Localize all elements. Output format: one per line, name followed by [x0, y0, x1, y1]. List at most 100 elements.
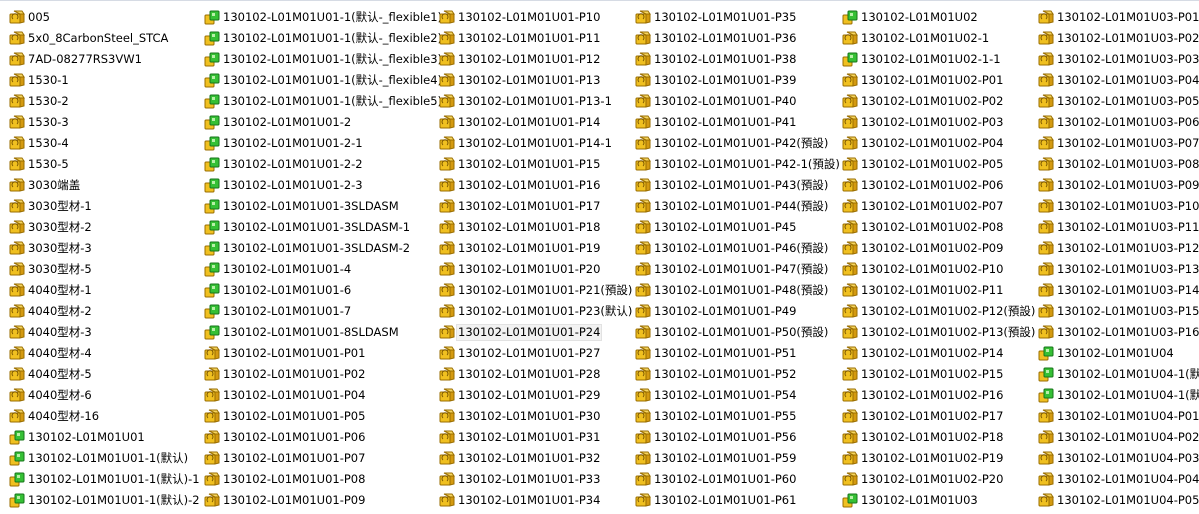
file-item[interactable]: 130102-L01M01U01-1(默认) — [9, 448, 201, 469]
file-item[interactable]: 130102-L01M01U02-P03 — [842, 112, 1036, 133]
file-item[interactable]: 4040型材-2 — [9, 301, 201, 322]
file-item[interactable]: 130102-L01M01U01-P14 — [439, 112, 633, 133]
file-item[interactable]: 130102-L01M01U03-P05 — [1038, 91, 1199, 112]
file-item[interactable]: 005 — [9, 7, 201, 28]
file-item[interactable]: 130102-L01M01U01-1(默认-_flexible3) — [204, 49, 443, 70]
file-item[interactable]: 130102-L01M01U04-P05 — [1038, 490, 1199, 511]
file-item[interactable]: 130102-L01M01U01-1(默认-_flexible2) — [204, 28, 443, 49]
file-item[interactable]: 130102-L01M01U01-P13-1 — [439, 91, 633, 112]
file-item[interactable]: 130102-L01M01U02-P10 — [842, 259, 1036, 280]
file-item[interactable]: 130102-L01M01U04-P01 — [1038, 406, 1199, 427]
file-item[interactable]: 130102-L01M01U01-P12 — [439, 49, 633, 70]
file-item[interactable]: 130102-L01M01U02-P12(預設) — [842, 301, 1036, 322]
file-item[interactable]: 130102-L01M01U03-P09 — [1038, 175, 1199, 196]
file-item[interactable]: 130102-L01M01U01-P18 — [439, 217, 633, 238]
file-item[interactable]: 130102-L01M01U01-P45 — [635, 217, 841, 238]
file-item[interactable]: 130102-L01M01U01-P51 — [635, 343, 841, 364]
file-item[interactable]: 130102-L01M01U02-P01 — [842, 70, 1036, 91]
file-item[interactable]: 130102-L01M01U01-2 — [204, 112, 443, 133]
file-item[interactable]: 130102-L01M01U04-P04 — [1038, 469, 1199, 490]
file-item[interactable]: 130102-L01M01U01-P48(預設) — [635, 280, 841, 301]
file-item[interactable]: 130102-L01M01U01-1(默认)-2 — [9, 490, 201, 511]
file-item[interactable]: 130102-L01M01U02-P04 — [842, 133, 1036, 154]
file-item[interactable]: 130102-L01M01U01-P10 — [439, 7, 633, 28]
file-item[interactable]: 4040型材-6 — [9, 385, 201, 406]
file-item[interactable]: 4040型材-3 — [9, 322, 201, 343]
file-item[interactable]: 130102-L01M01U02-P17 — [842, 406, 1036, 427]
file-item[interactable]: 130102-L01M01U01-P30 — [439, 406, 633, 427]
file-item[interactable]: 130102-L01M01U01-P49 — [635, 301, 841, 322]
file-item[interactable]: 130102-L01M01U01-P42-1(預設) — [635, 154, 841, 175]
file-item[interactable]: 130102-L01M01U01-1(默认-_flexible4) — [204, 70, 443, 91]
file-item[interactable]: 130102-L01M01U03-P15 — [1038, 301, 1199, 322]
file-item[interactable]: 130102-L01M01U04-P02 — [1038, 427, 1199, 448]
file-item[interactable]: 130102-L01M01U02-P13(預設) — [842, 322, 1036, 343]
file-item[interactable]: 4040型材-1 — [9, 280, 201, 301]
file-item[interactable]: 130102-L01M01U01-P04 — [204, 385, 443, 406]
file-item[interactable]: 130102-L01M01U01-P42(預設) — [635, 133, 841, 154]
file-item[interactable]: 130102-L01M01U01-P17 — [439, 196, 633, 217]
file-item[interactable]: 130102-L01M01U01-P07 — [204, 448, 443, 469]
file-item[interactable]: 130102-L01M01U01-P39 — [635, 70, 841, 91]
file-item[interactable]: 130102-L01M01U01-4 — [204, 259, 443, 280]
file-item[interactable]: 130102-L01M01U01-P31 — [439, 427, 633, 448]
file-item[interactable]: 130102-L01M01U01-2-3 — [204, 175, 443, 196]
file-item[interactable]: 130102-L01M01U01-P56 — [635, 427, 841, 448]
file-item[interactable]: 130102-L01M01U01-P28 — [439, 364, 633, 385]
file-item[interactable]: 130102-L01M01U01-P15 — [439, 154, 633, 175]
file-item[interactable]: 130102-L01M01U01-P29 — [439, 385, 633, 406]
file-item[interactable]: 1530-1 — [9, 70, 201, 91]
file-item[interactable]: 130102-L01M01U01-7 — [204, 301, 443, 322]
file-item[interactable]: 130102-L01M01U01-P21(預設) — [439, 280, 633, 301]
file-item[interactable]: 1530-3 — [9, 112, 201, 133]
file-item[interactable]: 130102-L01M01U01-6 — [204, 280, 443, 301]
file-item[interactable]: 5x0_8CarbonSteel_STCA — [9, 28, 201, 49]
file-item[interactable]: 130102-L01M01U01-P41 — [635, 112, 841, 133]
file-item[interactable]: 130102-L01M01U01-P38 — [635, 49, 841, 70]
file-item[interactable]: 130102-L01M01U01-P52 — [635, 364, 841, 385]
file-item[interactable]: 130102-L01M01U01-P60 — [635, 469, 841, 490]
file-item[interactable]: 130102-L01M01U02-P09 — [842, 238, 1036, 259]
file-item[interactable]: 130102-L01M01U04 — [1038, 343, 1199, 364]
file-item[interactable]: 130102-L01M01U01-P20 — [439, 259, 633, 280]
file-item[interactable]: 4040型材-16 — [9, 406, 201, 427]
file-item[interactable]: 130102-L01M01U03-P01 — [1038, 7, 1199, 28]
file-item[interactable]: 1530-4 — [9, 133, 201, 154]
file-item[interactable]: 7AD-08277RS3VW1 — [9, 49, 201, 70]
file-item[interactable]: 130102-L01M01U03-P16(預 — [1038, 322, 1199, 343]
file-item[interactable]: 130102-L01M01U01-1(默认-_flexible1) — [204, 7, 443, 28]
file-item[interactable]: 130102-L01M01U04-1(默认 — [1038, 385, 1199, 406]
file-item[interactable]: 130102-L01M01U01-P05 — [204, 406, 443, 427]
file-item[interactable]: 130102-L01M01U02-P11 — [842, 280, 1036, 301]
file-item[interactable]: 130102-L01M01U01-P35 — [635, 7, 841, 28]
file-item[interactable]: 130102-L01M01U01 — [9, 427, 201, 448]
file-item[interactable]: 130102-L01M01U01-3SLDASM-2 — [204, 238, 443, 259]
file-item[interactable]: 130102-L01M01U01-P46(預設) — [635, 238, 841, 259]
file-item[interactable]: 130102-L01M01U01-P55 — [635, 406, 841, 427]
file-item[interactable]: 130102-L01M01U01-P32 — [439, 448, 633, 469]
file-item[interactable]: 130102-L01M01U01-P59 — [635, 448, 841, 469]
file-item[interactable]: 130102-L01M01U01-P40 — [635, 91, 841, 112]
file-item[interactable]: 130102-L01M01U01-8SLDASM — [204, 322, 443, 343]
file-item[interactable]: 130102-L01M01U01-P36 — [635, 28, 841, 49]
file-item[interactable]: 130102-L01M01U01-P14-1 — [439, 133, 633, 154]
file-item[interactable]: 130102-L01M01U03-P07 — [1038, 133, 1199, 154]
file-item[interactable]: 130102-L01M01U02-P19 — [842, 448, 1036, 469]
file-item[interactable]: 3030端盖 — [9, 175, 201, 196]
file-item[interactable]: 130102-L01M01U02-P08 — [842, 217, 1036, 238]
file-item[interactable]: 4040型材-4 — [9, 343, 201, 364]
file-item[interactable]: 130102-L01M01U03-P04 — [1038, 70, 1199, 91]
file-item[interactable]: 130102-L01M01U01-P61 — [635, 490, 841, 511]
file-item[interactable]: 3030型材-1 — [9, 196, 201, 217]
file-item[interactable]: 130102-L01M01U01-P54 — [635, 385, 841, 406]
file-item[interactable]: 130102-L01M01U02-P18 — [842, 427, 1036, 448]
file-item[interactable]: 130102-L01M01U03-P12 — [1038, 238, 1199, 259]
file-item[interactable]: 130102-L01M01U01-P47(預設) — [635, 259, 841, 280]
file-item[interactable]: 130102-L01M01U04-1(默认 — [1038, 364, 1199, 385]
file-item[interactable]: 130102-L01M01U02-P07 — [842, 196, 1036, 217]
file-item[interactable]: 130102-L01M01U01-P43(預設) — [635, 175, 841, 196]
file-item[interactable]: 130102-L01M01U01-2-1 — [204, 133, 443, 154]
file-item[interactable]: 130102-L01M01U01-2-2 — [204, 154, 443, 175]
file-item[interactable]: 130102-L01M01U01-P13 — [439, 70, 633, 91]
file-item[interactable]: 130102-L01M01U02-P14 — [842, 343, 1036, 364]
